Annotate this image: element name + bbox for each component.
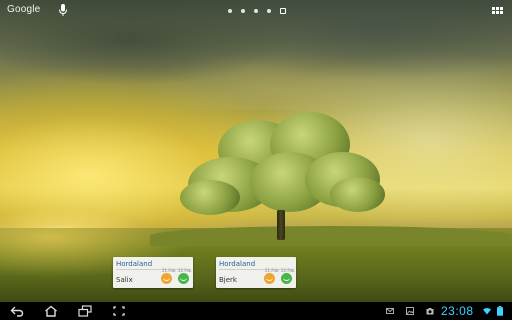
image-icon[interactable]	[406, 307, 414, 315]
camera-icon[interactable]	[426, 307, 434, 315]
page-dot[interactable]	[254, 9, 258, 13]
status-clock[interactable]: 23:08	[441, 304, 474, 318]
wifi-icon	[483, 308, 491, 315]
screenshot-icon[interactable]	[112, 305, 126, 317]
gmail-icon[interactable]	[386, 307, 394, 315]
page-dot-current[interactable]	[280, 8, 286, 14]
page-dot[interactable]	[228, 9, 232, 13]
page-indicator	[228, 7, 286, 15]
google-search-label[interactable]: Google	[7, 4, 40, 15]
microphone-icon[interactable]	[58, 4, 68, 17]
status-orange-icon	[264, 273, 275, 284]
page-dot[interactable]	[241, 9, 245, 13]
widget-location: Salix	[116, 276, 133, 284]
top-bar: Google	[0, 0, 512, 22]
status-green-icon	[281, 273, 292, 284]
battery-icon	[497, 306, 503, 316]
page-dot[interactable]	[267, 9, 271, 13]
weather-widget-salix[interactable]: Hordaland 21.Feb 22.Feb Salix	[113, 257, 193, 288]
weather-widget-bjerk[interactable]: Hordaland 21.Feb 22.Feb Bjerk	[216, 257, 296, 288]
back-icon[interactable]	[10, 305, 24, 317]
widget-region: Hordaland	[219, 260, 256, 268]
status-orange-icon	[161, 273, 172, 284]
status-green-icon	[178, 273, 189, 284]
all-apps-icon[interactable]	[492, 7, 503, 16]
widget-location: Bjerk	[219, 276, 237, 284]
widget-region: Hordaland	[116, 260, 153, 268]
recent-apps-icon[interactable]	[78, 305, 92, 317]
system-bar: 23:08	[0, 302, 512, 320]
home-icon[interactable]	[44, 305, 58, 317]
wallpaper-tree	[180, 112, 385, 242]
